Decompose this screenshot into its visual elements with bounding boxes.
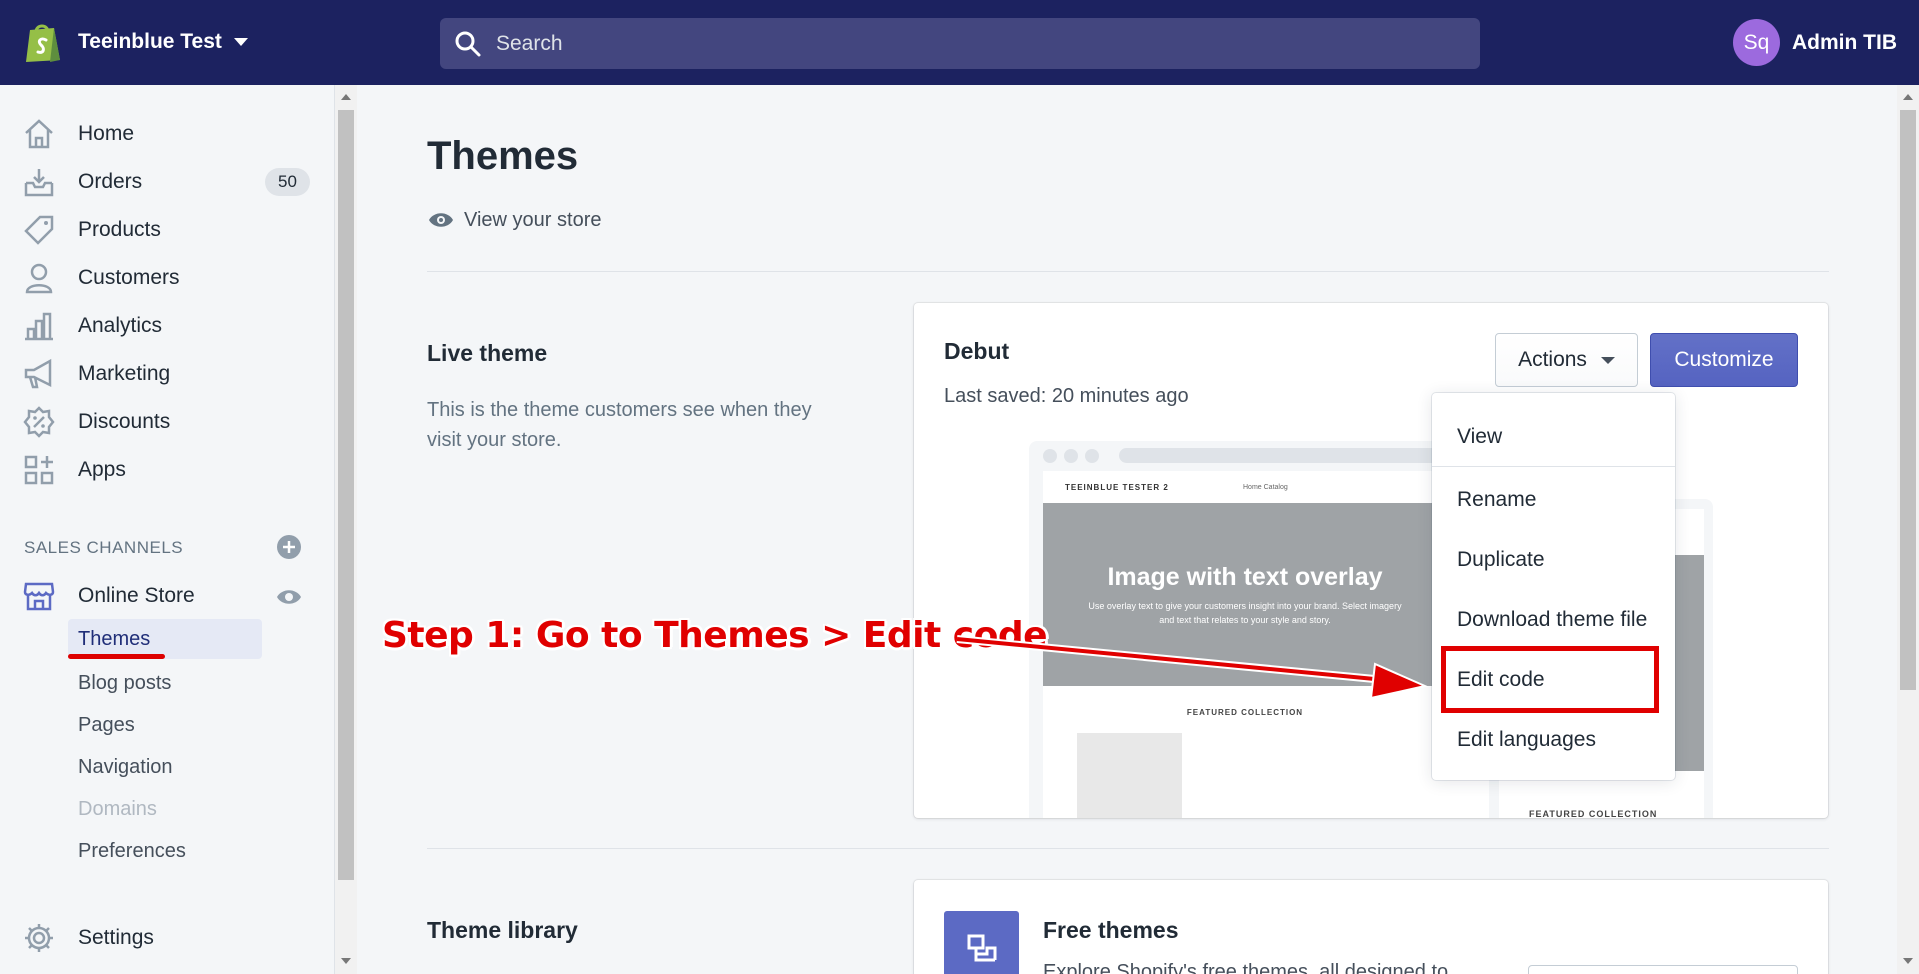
shopify-logo-icon xyxy=(26,24,60,62)
actions-label: Actions xyxy=(1518,348,1587,371)
preview-store-title: TEEINBLUE TESTER 2 xyxy=(1065,483,1169,492)
preview-hero-title: Image with text overlay xyxy=(1107,563,1383,591)
sidebar-item-label: Discounts xyxy=(78,410,171,433)
annotation-highlight-box xyxy=(1441,646,1659,713)
view-store-label: View your store xyxy=(464,208,602,231)
sidebar-subitem-domains[interactable]: Domains xyxy=(68,789,262,829)
explore-free-themes-button[interactable] xyxy=(1528,965,1798,974)
scroll-up-icon[interactable] xyxy=(341,94,351,100)
preview-featured-label: FEATURED COLLECTION xyxy=(1186,708,1304,717)
sidebar-subitem-blog-posts[interactable]: Blog posts xyxy=(68,663,262,703)
sidebar-item-label: Analytics xyxy=(78,314,163,337)
eye-icon xyxy=(429,213,453,227)
free-themes-title: Free themes xyxy=(1043,917,1179,943)
scroll-down-icon[interactable] xyxy=(341,958,351,964)
user-menu[interactable]: Sq Admin TIB xyxy=(1733,19,1897,66)
sidebar-item-apps[interactable]: Apps xyxy=(22,452,312,488)
actions-dropdown: View Rename Duplicate Download theme fil… xyxy=(1432,393,1675,780)
preview-product-image xyxy=(1077,733,1182,818)
sidebar-item-label: Online Store xyxy=(78,584,195,607)
orders-icon xyxy=(24,169,54,197)
theme-name: Debut xyxy=(944,338,1010,364)
annotation-arrow-icon xyxy=(956,635,1429,700)
annotation-text: Step 1: Go to Themes > Edit code xyxy=(382,615,1048,656)
chevron-down-icon xyxy=(233,38,248,46)
search-input[interactable] xyxy=(496,31,1396,56)
annotation-underline xyxy=(68,654,165,659)
browser-url-bar xyxy=(1119,448,1439,463)
sidebar-item-label: Orders xyxy=(78,170,143,193)
sidebar-item-label: Products xyxy=(78,218,161,241)
top-bar: Teeinblue Test Sq Admin TIB xyxy=(0,0,1919,85)
sidebar-item-label: Marketing xyxy=(78,362,171,385)
sidebar-item-home[interactable]: Home xyxy=(22,116,312,152)
megaphone-icon xyxy=(24,358,52,389)
chevron-down-icon xyxy=(1600,356,1615,364)
sidebar-item-online-store[interactable]: Online Store xyxy=(22,578,312,614)
menu-item-view[interactable]: View xyxy=(1457,425,1502,449)
scroll-up-icon[interactable] xyxy=(1903,94,1913,100)
theme-library-heading: Theme library xyxy=(427,917,578,943)
menu-item-edit-languages[interactable]: Edit languages xyxy=(1457,728,1596,752)
discount-icon xyxy=(23,406,55,438)
sidebar-subitem-preferences[interactable]: Preferences xyxy=(68,831,262,871)
store-name: Teeinblue Test xyxy=(78,30,222,53)
last-saved-text: Last saved: 20 minutes ago xyxy=(944,385,1189,407)
live-theme-heading: Live theme xyxy=(427,340,548,366)
sidebar-item-settings[interactable]: Settings xyxy=(22,920,312,956)
store-switcher[interactable]: Teeinblue Test xyxy=(24,20,248,64)
free-themes-icon-box xyxy=(944,911,1019,974)
themes-icon xyxy=(967,934,996,961)
search-bar[interactable] xyxy=(440,18,1480,69)
scroll-down-icon[interactable] xyxy=(1903,958,1913,964)
gear-icon xyxy=(25,924,53,952)
search-icon xyxy=(455,31,481,56)
sidebar-subitem-navigation[interactable]: Navigation xyxy=(68,747,262,787)
store-icon xyxy=(23,582,55,611)
sidebar-item-discounts[interactable]: Discounts xyxy=(22,404,312,440)
eye-icon[interactable] xyxy=(276,584,302,610)
actions-button[interactable]: Actions xyxy=(1495,333,1638,387)
sidebar-item-label: Customers xyxy=(78,266,180,289)
browser-dots xyxy=(1043,449,1106,463)
sidebar-item-label: Settings xyxy=(78,926,154,949)
sidebar-item-label: Apps xyxy=(78,458,126,481)
person-icon xyxy=(25,263,53,294)
sidebar-item-marketing[interactable]: Marketing xyxy=(22,356,312,392)
sidebar-item-customers[interactable]: Customers xyxy=(22,260,312,296)
menu-separator xyxy=(1432,466,1675,467)
live-theme-description: This is the theme customers see when the… xyxy=(427,399,812,451)
orders-count-badge: 50 xyxy=(265,168,310,196)
menu-item-duplicate[interactable]: Duplicate xyxy=(1457,548,1545,572)
page-title: Themes xyxy=(427,134,579,178)
sales-channels-heading: SALES CHANNELS xyxy=(24,538,184,557)
bar-chart-icon xyxy=(25,312,53,341)
user-name: Admin TIB xyxy=(1792,30,1897,54)
apps-grid-icon xyxy=(24,455,54,485)
mobile-featured-label: FEATURED COLLECTION xyxy=(1529,809,1658,818)
tag-icon xyxy=(24,215,54,245)
sidebar-subitem-pages[interactable]: Pages xyxy=(68,705,262,745)
free-themes-description: Explore Shopify's free themes, all desig… xyxy=(1043,961,1449,974)
avatar: Sq xyxy=(1733,19,1780,66)
sidebar-item-products[interactable]: Products xyxy=(22,212,312,248)
sidebar-item-analytics[interactable]: Analytics xyxy=(22,308,312,344)
main-scrollbar-thumb[interactable] xyxy=(1900,110,1916,690)
sidebar-scrollbar-thumb[interactable] xyxy=(338,110,354,880)
menu-item-rename[interactable]: Rename xyxy=(1457,488,1536,512)
sidebar-item-label: Home xyxy=(78,122,135,145)
sidebar-subitem-themes[interactable]: Themes xyxy=(68,619,262,659)
home-icon xyxy=(25,119,53,149)
preview-nav: Home Catalog xyxy=(1243,484,1288,491)
divider xyxy=(427,848,1829,849)
menu-item-download-theme-file[interactable]: Download theme file xyxy=(1457,608,1647,632)
customize-button[interactable]: Customize xyxy=(1650,333,1798,387)
divider xyxy=(427,271,1829,272)
view-store-link[interactable]: View your store xyxy=(428,207,601,233)
add-circle-icon[interactable] xyxy=(277,535,301,559)
